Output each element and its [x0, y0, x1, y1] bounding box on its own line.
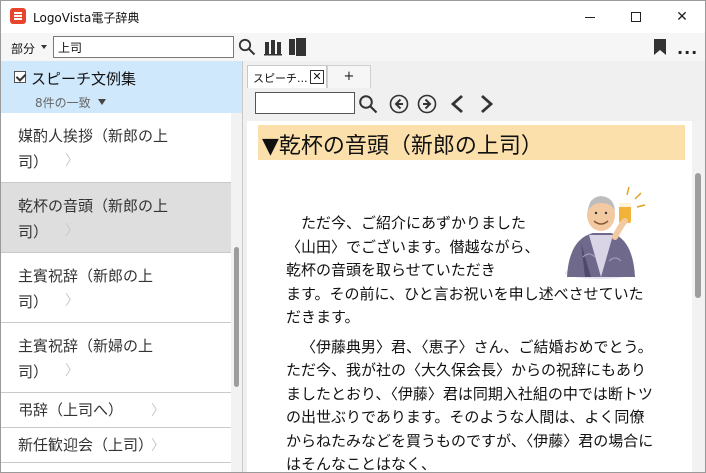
close-icon: ✕	[676, 9, 688, 25]
result-item[interactable]: 新任歓迎会（上司） 〉	[1, 428, 231, 463]
result-item[interactable]: 主賓祝辞（新郎の上 司） 〉	[1, 253, 231, 323]
chevron-right-icon: 〉	[151, 438, 165, 454]
entry-content: ▼乾杯の音頭（新郎の上司） ただ今、ご紹介にあずかりました〈山田〉でございます。…	[247, 121, 692, 473]
entry-paragraph-2: 〈伊藤典男〉君、〈恵子〉さん、ご結婚おめでとう。ただ今、我が社の〈大久保会長〉か…	[286, 337, 654, 473]
minimize-button[interactable]	[567, 1, 613, 33]
search-input[interactable]	[53, 36, 234, 58]
window-title: LogoVista電子辞典	[33, 11, 140, 25]
new-tab-button[interactable]: +	[327, 65, 371, 88]
maximize-button[interactable]	[613, 1, 659, 33]
result-item-title: 媒酌人挨拶（新郎の上	[18, 127, 169, 145]
forward-icon[interactable]	[476, 94, 496, 114]
tab-speech[interactable]: スピーチ... ✕	[247, 65, 327, 88]
result-item-title: 弔辞（上司へ）	[18, 401, 124, 419]
minimize-icon	[585, 16, 595, 18]
title-bar: LogoVista電子辞典 ✕	[1, 1, 705, 33]
find-in-page-input[interactable]	[255, 92, 355, 114]
result-item[interactable]: 媒酌人挨拶（新郎の上 司） 〉	[1, 113, 231, 183]
scrollbar-thumb[interactable]	[695, 173, 701, 298]
chevron-right-icon: 〉	[65, 293, 79, 309]
entry-heading-bar: ▼乾杯の音頭（新郎の上司）	[258, 125, 685, 160]
search-toolbar: 部分 ...	[1, 33, 705, 61]
entry-panel: スピーチ... ✕ + ▼乾杯の音頭（新郎の上司） ただ今、ご紹介にあずかりまし…	[242, 61, 705, 473]
results-scrollbar[interactable]	[231, 113, 242, 472]
results-panel: スピーチ文例集 8件の一致 媒酌人挨拶（新郎の上 司） 〉 乾杯の音頭（新郎の上司…	[1, 61, 242, 472]
previous-match-icon[interactable]	[389, 94, 409, 114]
panels-icon[interactable]	[288, 38, 306, 56]
app-logo-icon	[10, 8, 26, 24]
search-scope-dropdown[interactable]: 部分	[11, 40, 35, 57]
tab-label: スピーチ...	[253, 72, 308, 85]
entry-paragraph-1-cont: ます。その前に、ひと言お祝いを申し述べさせていただきます。	[286, 284, 644, 327]
find-search-icon[interactable]	[358, 94, 378, 114]
search-icon[interactable]	[238, 38, 256, 56]
result-item-title: 新任歓迎会（上司）	[18, 436, 154, 454]
result-item-selected[interactable]: 乾杯の音頭（新郎の上 司） 〉	[1, 183, 231, 253]
collapse-caret-icon[interactable]	[98, 99, 106, 105]
scrollbar-thumb[interactable]	[234, 247, 239, 387]
results-list: 媒酌人挨拶（新郎の上 司） 〉 乾杯の音頭（新郎の上 司） 〉 主賓祝辞（新郎の上司…	[1, 113, 231, 472]
books-icon[interactable]	[264, 38, 282, 56]
dictionary-header[interactable]: スピーチ文例集 8件の一致	[1, 61, 242, 113]
result-item-title: 乾杯の音頭（新郎の上	[18, 197, 169, 215]
result-item-title-cont: 司）	[18, 153, 49, 171]
chevron-right-icon: 〉	[65, 153, 79, 169]
maximize-icon	[631, 12, 641, 22]
next-match-icon[interactable]	[417, 94, 437, 114]
chevron-down-icon[interactable]	[41, 45, 47, 49]
result-item-title: 主賓祝辞（新婦の上	[18, 337, 154, 355]
match-count: 8件の一致	[35, 96, 91, 110]
dictionary-name: スピーチ文例集	[31, 70, 137, 88]
close-button[interactable]: ✕	[659, 1, 705, 33]
entry-scrollbar[interactable]	[692, 121, 704, 472]
result-item-title-cont: 司）	[18, 223, 49, 241]
chevron-right-icon: 〉	[65, 223, 79, 239]
more-icon[interactable]: ...	[677, 39, 698, 58]
entry-body: ただ今、ご紹介にあずかりました〈山田〉でございます。僣越ながら、乾杯の音頭を取ら…	[286, 212, 654, 473]
result-item[interactable]: 弔辞（上司へ） 〉	[1, 393, 231, 428]
entry-paragraph-1: ただ今、ご紹介にあずかりました〈山田〉でございます。僣越ながら、乾杯の音頭を取ら…	[286, 214, 540, 279]
chevron-right-icon: 〉	[151, 403, 165, 419]
tab-close-icon[interactable]: ✕	[310, 70, 324, 84]
bookmark-icon[interactable]	[653, 38, 667, 56]
entry-heading: ▼乾杯の音頭（新郎の上司）	[262, 134, 543, 159]
app-window: LogoVista電子辞典 ✕ 部分 ...	[0, 0, 706, 473]
result-item-title-cont: 司）	[18, 363, 49, 381]
dictionary-checkbox[interactable]	[14, 71, 26, 83]
chevron-right-icon: 〉	[65, 363, 79, 379]
result-item-title-cont: 司）	[18, 293, 49, 311]
result-item[interactable]: 主賓祝辞（新婦の上 司） 〉	[1, 323, 231, 393]
back-icon[interactable]	[448, 94, 468, 114]
result-item-title: 主賓祝辞（新郎の上	[18, 267, 154, 285]
